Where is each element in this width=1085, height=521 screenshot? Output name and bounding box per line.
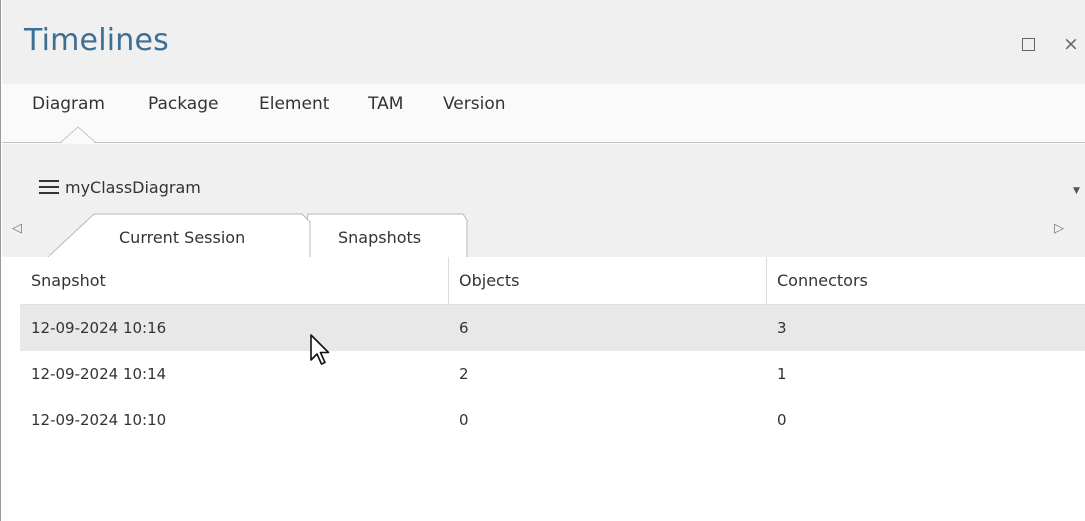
tab-current-session[interactable]: Current Session (119, 228, 245, 247)
tab-snapshots[interactable]: Snapshots (338, 228, 421, 247)
cell-objects: 0 (459, 411, 469, 429)
timelines-window: Timelines × Diagram Package Element TAM … (0, 0, 1085, 521)
cell-connectors: 0 (777, 411, 787, 429)
cell-connectors: 3 (777, 319, 787, 337)
close-button[interactable]: × (1060, 33, 1082, 55)
cell-snapshot: 12-09-2024 10:14 (31, 365, 167, 383)
hamburger-icon (39, 180, 59, 194)
session-tabstrip: ◁ Current Session Snapshots ▷ (2, 210, 1085, 257)
active-nav-indicator-icon (61, 126, 95, 144)
table-row[interactable]: 12-09-2024 10:14 2 1 (20, 351, 1085, 397)
mouse-pointer-icon (310, 334, 330, 365)
maximize-icon (1021, 37, 1035, 51)
table-row[interactable]: 12-09-2024 10:10 0 0 (20, 397, 1085, 443)
nav-element[interactable]: Element (259, 94, 329, 114)
nav-diagram[interactable]: Diagram (32, 94, 105, 114)
diagram-name: myClassDiagram (65, 177, 201, 197)
diagram-selector-bar: myClassDiagram ▼ (2, 144, 1085, 210)
table-row[interactable]: 12-09-2024 10:16 6 3 (20, 305, 1085, 351)
cell-snapshot: 12-09-2024 10:16 (31, 319, 167, 337)
diagram-selector[interactable]: myClassDiagram (39, 176, 201, 198)
tab-scroll-right-icon[interactable]: ▷ (1054, 221, 1064, 236)
view-nav: Diagram Package Element TAM Version (2, 84, 1085, 144)
title-bar: Timelines × (2, 0, 1085, 84)
maximize-button[interactable] (1017, 33, 1039, 55)
nav-version[interactable]: Version (443, 94, 506, 114)
cell-objects: 6 (459, 319, 469, 337)
chevron-down-icon[interactable]: ▼ (1073, 186, 1080, 196)
column-header-objects[interactable]: Objects (448, 257, 766, 305)
nav-package[interactable]: Package (148, 94, 218, 114)
table-header: Snapshot Objects Connectors (20, 257, 1085, 305)
nav-tam[interactable]: TAM (368, 94, 403, 114)
close-icon: × (1063, 33, 1079, 55)
cell-connectors: 1 (777, 365, 787, 383)
cell-snapshot: 12-09-2024 10:10 (31, 411, 167, 429)
window-title: Timelines (24, 23, 169, 58)
column-header-connectors[interactable]: Connectors (766, 257, 1085, 305)
cell-objects: 2 (459, 365, 469, 383)
nav-divider (2, 142, 1085, 143)
snapshot-table: Snapshot Objects Connectors 12-09-2024 1… (20, 257, 1085, 521)
column-header-snapshot[interactable]: Snapshot (20, 257, 448, 305)
